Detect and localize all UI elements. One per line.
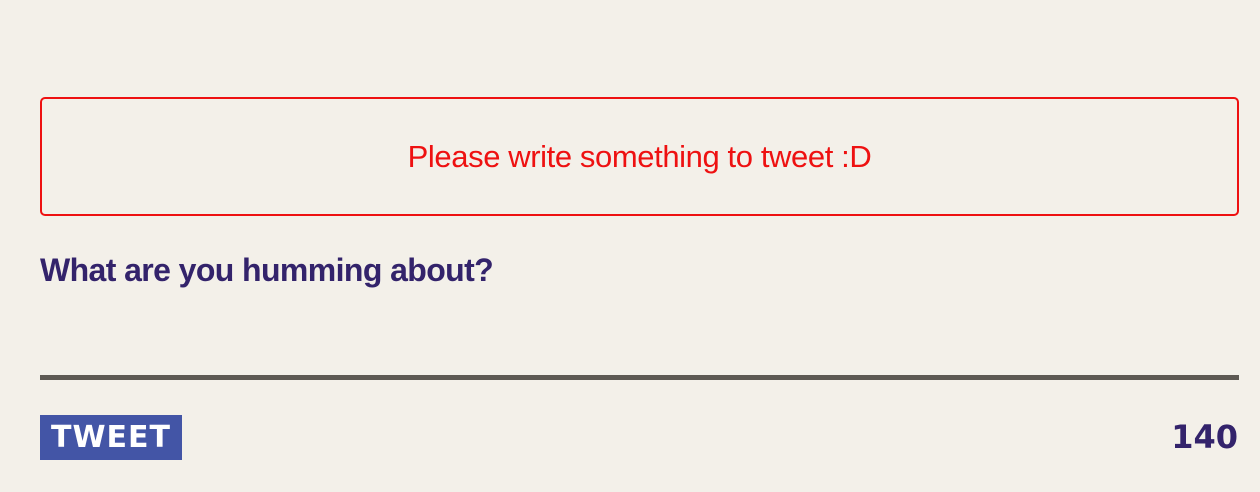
character-counter: 140 bbox=[1171, 418, 1238, 456]
composer-prompt: What are you humming about? bbox=[40, 252, 494, 288]
tweet-input[interactable] bbox=[40, 300, 1239, 380]
tweet-composer-page: Please write something to tweet :D What … bbox=[0, 0, 1260, 492]
error-alert: Please write something to tweet :D bbox=[40, 97, 1239, 216]
error-message: Please write something to tweet :D bbox=[407, 138, 872, 174]
tweet-button[interactable]: TWEET bbox=[40, 415, 182, 460]
